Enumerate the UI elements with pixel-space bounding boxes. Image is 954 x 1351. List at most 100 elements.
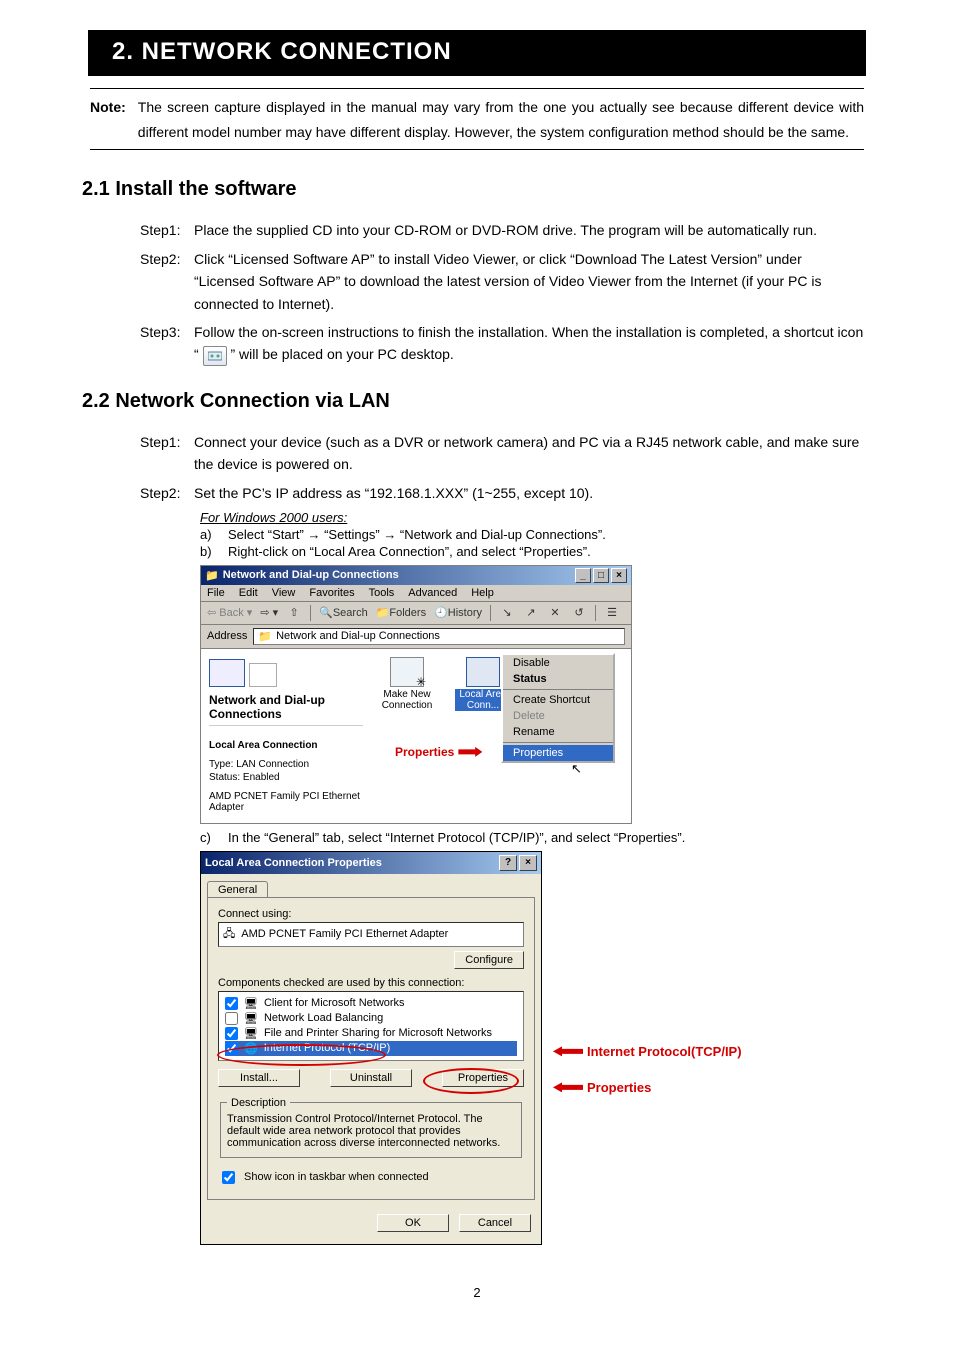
shortcut-icon: [203, 346, 227, 366]
section-2-1-title: 2.1 Install the software: [82, 178, 864, 201]
sub-c-body: In the “General” tab, select “Internet P…: [228, 830, 685, 845]
win2k-title-text: Network and Dial-up Connections: [223, 569, 399, 581]
connect-using-label: Connect using:: [218, 908, 524, 920]
sub-b-body: Right-click on “Local Area Connection”, …: [228, 544, 591, 559]
s22-step1-body: Connect your device (such as a DVR or ne…: [194, 431, 864, 476]
item-tcpip: Internet Protocol (TCP/IP): [264, 1042, 391, 1054]
address-folder-icon: 📁: [258, 630, 272, 643]
adapter-name: AMD PCNET Family PCI Ethernet Adapter: [241, 928, 448, 940]
callout-internet-protocol: Internet Protocol(TCP/IP): [587, 1044, 742, 1059]
step2-label: Step2:: [140, 248, 194, 315]
close-button[interactable]: ×: [611, 568, 627, 583]
ctx-status[interactable]: Status: [503, 671, 613, 687]
note-body: The screen capture displayed in the manu…: [138, 95, 864, 145]
chapter-heading-bar: 2. NETWORK CONNECTION: [88, 30, 866, 76]
step1-body: Place the supplied CD into your CD-ROM o…: [194, 219, 864, 241]
left-adapter: AMD PCNET Family PCI Ethernet Adapter: [209, 791, 363, 813]
folder-icon: 📁: [205, 569, 219, 582]
monitor-icon: 🖥: [244, 1012, 258, 1025]
step3-body-after: ” will be placed on your PC desktop.: [230, 346, 453, 362]
sub-list-ab: a) Select “Start” → “Settings” → “Networ…: [200, 527, 864, 559]
rule-after-note: [90, 149, 864, 150]
show-icon-label: Show icon in taskbar when connected: [244, 1171, 429, 1183]
s22-step2-body: Set the PC’s IP address as “192.168.1.XX…: [194, 482, 864, 504]
move-to-icon[interactable]: ↘: [499, 605, 515, 621]
for-win2000-text: For Windows 2000 users:: [200, 510, 347, 525]
address-label: Address: [207, 630, 247, 642]
step1-label: Step1:: [140, 219, 194, 241]
minimize-button[interactable]: _: [575, 568, 591, 583]
menu-help[interactable]: Help: [471, 587, 494, 599]
ctx-delete: Delete: [503, 708, 613, 724]
menu-favorites[interactable]: Favorites: [309, 587, 354, 599]
ctx-create-shortcut[interactable]: Create Shortcut: [503, 692, 613, 708]
tb-folders[interactable]: 📁Folders: [376, 606, 426, 619]
step3-body: Follow the on-screen instructions to fin…: [194, 321, 864, 366]
callout-properties-2: Properties: [587, 1080, 651, 1095]
tb-back[interactable]: ⇦ Back ▾: [207, 606, 252, 619]
ctx-disable[interactable]: Disable: [503, 655, 613, 671]
close-button-2[interactable]: ×: [519, 855, 537, 871]
description-group: Description Transmission Control Protoco…: [220, 1097, 522, 1158]
up-icon[interactable]: ⇧: [286, 605, 302, 621]
configure-button[interactable]: Configure: [454, 951, 524, 969]
tb-forward[interactable]: ⇨ ▾: [260, 606, 278, 619]
sub-b-label: b): [200, 544, 218, 559]
menu-view[interactable]: View: [272, 587, 296, 599]
ctx-rename[interactable]: Rename: [503, 724, 613, 740]
note-block: Note: The screen capture displayed in th…: [90, 95, 864, 145]
components-label: Components checked are used by this conn…: [218, 977, 524, 989]
make-new-connection-icon[interactable]: ✳ Make New Connection: [379, 657, 435, 711]
menu-edit[interactable]: Edit: [239, 587, 258, 599]
address-field[interactable]: 📁 Network and Dial-up Connections: [253, 628, 625, 645]
components-list[interactable]: 🖥Client for Microsoft Networks 🖥Network …: [218, 991, 524, 1061]
help-button[interactable]: ?: [499, 855, 517, 871]
cancel-button[interactable]: Cancel: [459, 1214, 531, 1232]
delete-icon[interactable]: ✕: [547, 605, 563, 621]
sub-list-c: c) In the “General” tab, select “Interne…: [200, 830, 864, 845]
screenshot-lan-properties: Local Area Connection Properties ? × Gen…: [200, 851, 542, 1245]
section-2-2-title: 2.2 Network Connection via LAN: [82, 390, 864, 413]
copy-to-icon[interactable]: ↗: [523, 605, 539, 621]
description-body: Transmission Control Protocol/Internet P…: [227, 1113, 515, 1149]
win2k-addressbar: Address 📁 Network and Dial-up Connection…: [201, 625, 631, 649]
undo-icon[interactable]: ↺: [571, 605, 587, 621]
dlg-title: Local Area Connection Properties: [205, 857, 382, 869]
properties-button[interactable]: Properties: [442, 1069, 524, 1087]
menu-advanced[interactable]: Advanced: [408, 587, 457, 599]
chk-fps[interactable]: [225, 1027, 238, 1040]
dlg-titlebar[interactable]: Local Area Connection Properties ? ×: [201, 852, 541, 874]
win2k-menubar[interactable]: File Edit View Favorites Tools Advanced …: [201, 585, 631, 602]
s22-step1-label: Step1:: [140, 431, 194, 476]
win2k-titlebar[interactable]: 📁 Network and Dial-up Connections _ □ ×: [201, 566, 631, 585]
uninstall-button[interactable]: Uninstall: [330, 1069, 412, 1087]
install-button[interactable]: Install...: [218, 1069, 300, 1087]
adapter-field[interactable]: 🖧 AMD PCNET Family PCI Ethernet Adapter: [218, 922, 524, 947]
chk-client[interactable]: [225, 997, 238, 1010]
make-new-connection-label: Make New Connection: [379, 689, 435, 711]
views-icon[interactable]: ☰: [604, 605, 620, 621]
tb-history[interactable]: 🕘History: [434, 606, 482, 619]
maximize-button[interactable]: □: [593, 568, 609, 583]
tb-search[interactable]: 🔍Search: [319, 606, 368, 619]
ctx-properties[interactable]: Properties: [503, 745, 613, 761]
context-menu[interactable]: Disable Status Create Shortcut Delete Re…: [501, 653, 615, 763]
ok-button[interactable]: OK: [377, 1214, 449, 1232]
cursor-icon: ↖: [571, 761, 582, 777]
chk-nlb[interactable]: [225, 1012, 238, 1025]
section-2-1-steps: Step1: Place the supplied CD into your C…: [140, 219, 864, 365]
left-status: Status: Enabled: [209, 772, 363, 783]
left-type: Type: LAN Connection: [209, 759, 309, 770]
sub-a-label: a): [200, 527, 218, 542]
tab-general[interactable]: General: [207, 881, 268, 898]
description-legend: Description: [227, 1097, 290, 1109]
left-selected-name: Local Area Connection: [209, 740, 363, 751]
sub-a-body: Select “Start” → “Settings” → “Network a…: [228, 527, 606, 542]
menu-tools[interactable]: Tools: [369, 587, 395, 599]
win2k-toolbar: ⇦ Back ▾ ⇨ ▾ ⇧ 🔍Search 📁Folders 🕘History…: [201, 602, 631, 625]
sub-c-label: c): [200, 830, 218, 845]
address-value: Network and Dial-up Connections: [276, 630, 440, 642]
show-icon-checkbox[interactable]: [222, 1171, 235, 1184]
menu-file[interactable]: File: [207, 587, 225, 599]
chk-tcpip[interactable]: [225, 1042, 238, 1055]
